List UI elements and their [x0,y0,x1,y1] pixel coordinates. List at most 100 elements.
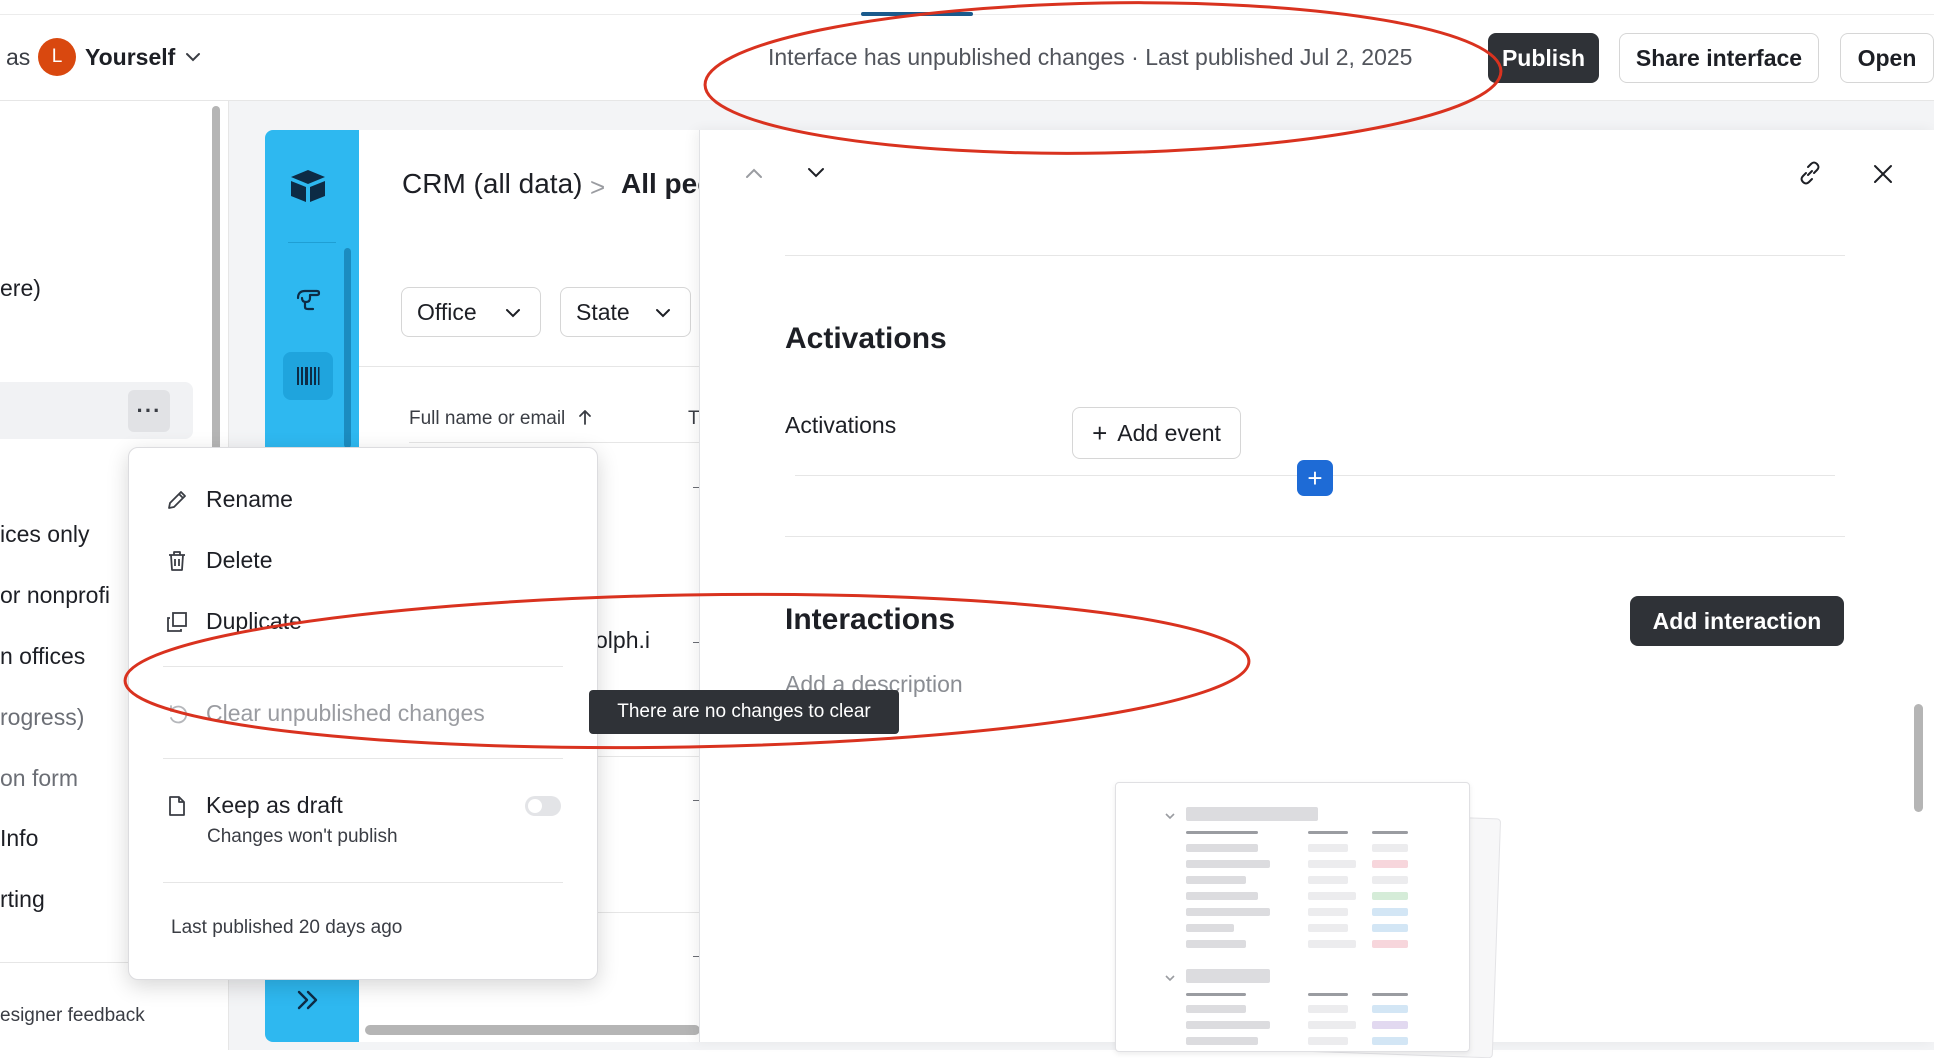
plus-icon: + [1092,417,1108,448]
more-options-button[interactable]: ··· [128,390,170,432]
filter-state[interactable]: State [560,287,691,337]
menu-item-label: Keep as draft [206,792,343,818]
sort-ascending-icon [578,410,591,425]
chevron-up-icon[interactable] [744,166,764,180]
preview-bar [1186,1037,1258,1045]
preview-bar [1372,924,1408,932]
chevron-down-icon[interactable] [184,48,202,66]
preview-bar [1308,924,1348,932]
breadcrumb-current[interactable]: All people [621,168,701,200]
chevron-down-icon [656,309,670,318]
preview-bar [1372,831,1408,834]
share-interface-button[interactable]: Share interface [1619,33,1819,83]
preview-bar [1186,1021,1270,1029]
sidebar-item[interactable]: rting [0,886,45,913]
add-field-plus-icon[interactable]: + [1297,460,1333,496]
content-divider [359,366,699,367]
chevron-down-icon [1165,813,1175,820]
close-icon[interactable] [1872,163,1894,185]
preview-bar [1186,892,1258,900]
breadcrumb-separator: > [590,172,606,202]
menu-item-duplicate[interactable]: Duplicate [164,608,302,635]
breadcrumb-base[interactable]: CRM (all data) [402,168,582,200]
link-icon[interactable] [1797,160,1823,186]
interaction-preview-illustration [1115,782,1470,1052]
pointer-hand-icon[interactable] [290,280,326,316]
viewer-name[interactable]: Yourself [85,44,175,71]
airtable-logo-icon[interactable] [286,166,330,206]
document-icon [164,793,190,819]
horizontal-scrollbar[interactable] [365,1025,700,1035]
rail-scrollbar[interactable] [344,248,351,448]
preview-bar [1186,969,1270,983]
menu-item-delete[interactable]: Delete [164,547,272,574]
preview-bar [1372,860,1408,868]
preview-bar [1372,1037,1408,1045]
avatar[interactable]: L [38,38,76,76]
publish-status-text: Interface has unpublished changes · Last… [768,44,1413,70]
preview-bar [1186,807,1318,821]
add-event-label: Add event [1117,419,1221,446]
filter-office[interactable]: Office [401,287,541,337]
preview-bar [1372,940,1408,948]
trash-icon [164,548,190,574]
sidebar-item[interactable]: Info [0,825,38,852]
sidebar-item[interactable]: ices only [0,521,89,548]
add-interaction-button[interactable]: Add interaction [1630,596,1844,646]
preview-bar [1308,993,1348,996]
menu-item-label: Rename [206,486,293,512]
duplicate-icon [164,609,190,635]
menu-item-clear-unpublished[interactable]: Clear unpublished changes [164,700,485,727]
designer-feedback-link[interactable]: esigner feedback [0,1005,145,1027]
sidebar-scrollbar[interactable] [212,106,220,466]
preview-bar [1372,1021,1408,1029]
rail-divider [288,242,336,243]
preview-bar [1372,844,1408,852]
chevron-down-icon [506,309,520,318]
sidebar-item[interactable]: or nonprofi [0,582,110,609]
menu-item-rename[interactable]: Rename [164,486,293,513]
table-cell-email[interactable]: olph.i [595,627,650,654]
sidebar-item[interactable]: ere) [0,275,41,302]
preview-bar [1372,993,1408,996]
barcode-icon[interactable] [291,360,325,392]
preview-bar [1308,1037,1348,1045]
column-header-full-name[interactable]: Full name or email [409,408,593,430]
sidebar-item[interactable]: rogress) [0,704,84,731]
preview-bar [1308,1005,1348,1013]
interactions-heading: Interactions [785,603,956,636]
preview-bar [1308,1021,1356,1029]
column-header-second[interactable]: T [688,408,700,430]
detail-scrollbar[interactable] [1914,704,1923,812]
activations-field-label: Activations [785,412,897,438]
sidebar-item[interactable]: on form [0,765,78,792]
preview-bar [1308,876,1348,884]
preview-bar [1372,1005,1408,1013]
sidebar-item[interactable]: n offices [0,643,85,670]
view-as-label: as [6,44,31,70]
table-header-divider [409,442,699,443]
preview-bar [1186,860,1270,868]
publish-button[interactable]: Publish [1488,33,1599,83]
pencil-icon [164,487,190,513]
preview-bar [1372,876,1408,884]
keep-draft-subtext: Changes won't publish [207,826,398,847]
preview-bar [1186,876,1246,884]
activations-heading: Activations [785,322,947,355]
chevron-down-icon[interactable] [806,166,826,180]
preview-bar [1308,892,1356,900]
preview-bar [1308,860,1356,868]
add-event-button[interactable]: + Add event [1072,407,1241,459]
open-button[interactable]: Open [1840,33,1934,83]
preview-bar [1186,844,1258,852]
keep-draft-toggle[interactable] [525,796,561,816]
preview-bar [1186,993,1246,996]
menu-item-label: Duplicate [206,608,302,634]
expand-rail-icon[interactable] [290,982,326,1018]
preview-bar [1186,831,1258,834]
detail-divider [785,255,1845,256]
preview-bar [1186,1005,1246,1013]
preview-bar [1372,892,1408,900]
preview-bar [1308,940,1356,948]
menu-item-keep-as-draft[interactable]: Keep as draft [164,792,343,819]
